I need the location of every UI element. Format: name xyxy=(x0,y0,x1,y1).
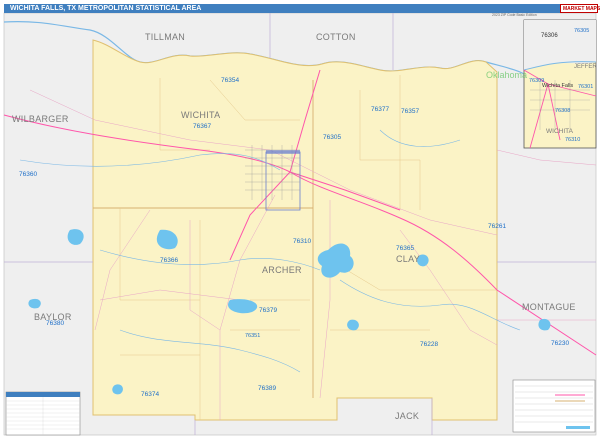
county-label-cotton: COTTON xyxy=(316,32,356,42)
zip-label: 76230 xyxy=(551,340,569,347)
zip-label: 76354 xyxy=(221,77,239,84)
zip-label: 76379 xyxy=(259,307,277,314)
zip-label: 76360 xyxy=(19,171,37,178)
inset-zip-label: 76306 xyxy=(541,33,558,39)
zip-label: 76367 xyxy=(193,123,211,130)
zip-label: 76357 xyxy=(401,108,419,115)
inset-zip-label: 76308 xyxy=(555,108,570,114)
legend-water-swatch xyxy=(566,426,590,429)
inset-city-label: Wichita Falls xyxy=(542,83,573,89)
county-label-jack: JACK xyxy=(395,411,419,421)
map-title: WICHITA FALLS, TX METROPOLITAN STATISTIC… xyxy=(10,5,202,12)
inset-zip-label: 76305 xyxy=(574,28,589,34)
inset-zip-label: 76301 xyxy=(578,84,593,90)
county-label-montague: MONTAGUE xyxy=(522,302,576,312)
zip-label: 76351 xyxy=(245,333,260,339)
zip-label: 76374 xyxy=(141,391,159,398)
county-label-clay: CLAY xyxy=(396,254,420,264)
zip-label: 76261 xyxy=(488,223,506,230)
inset-county-label-wichita: WICHITA xyxy=(546,128,574,135)
brand-logo: MARKET MAPS xyxy=(560,4,600,13)
zip-label: 76228 xyxy=(420,341,438,348)
edition-label: 2023 ZIP Code Basic Edition xyxy=(492,13,537,17)
zip-label: 76365 xyxy=(396,245,414,252)
zip-label: 76366 xyxy=(160,257,178,264)
zip-index-header xyxy=(6,392,80,397)
title-bar: WICHITA FALLS, TX METROPOLITAN STATISTIC… xyxy=(4,4,600,13)
county-label-archer: ARCHER xyxy=(262,265,302,275)
city-highlight-bar xyxy=(266,150,300,154)
zip-label: 76377 xyxy=(371,106,389,113)
inset-county-label: JEFFER xyxy=(574,64,597,70)
zip-label: 76380 xyxy=(46,320,64,327)
legend-box xyxy=(512,379,596,433)
zip-label: 76389 xyxy=(258,385,276,392)
county-label-wilbarger: WILBARGER xyxy=(12,114,69,124)
county-label-tillman: TILLMAN xyxy=(145,32,185,42)
metro-area-fill xyxy=(92,39,498,421)
map: TILLMAN COTTON WILBARGER WICHITA CLAY AR… xyxy=(0,0,600,439)
county-label-wichita: WICHITA xyxy=(181,110,220,120)
brand-logo-text: MARKET MAPS xyxy=(563,6,600,12)
inset-zip-label: 76310 xyxy=(565,137,580,143)
map-canvas: TILLMAN COTTON WILBARGER WICHITA CLAY AR… xyxy=(3,12,597,436)
inset-state-label: Oklahoma xyxy=(486,70,527,80)
zip-label: 76310 xyxy=(293,238,311,245)
zip-label: 76305 xyxy=(323,134,341,141)
